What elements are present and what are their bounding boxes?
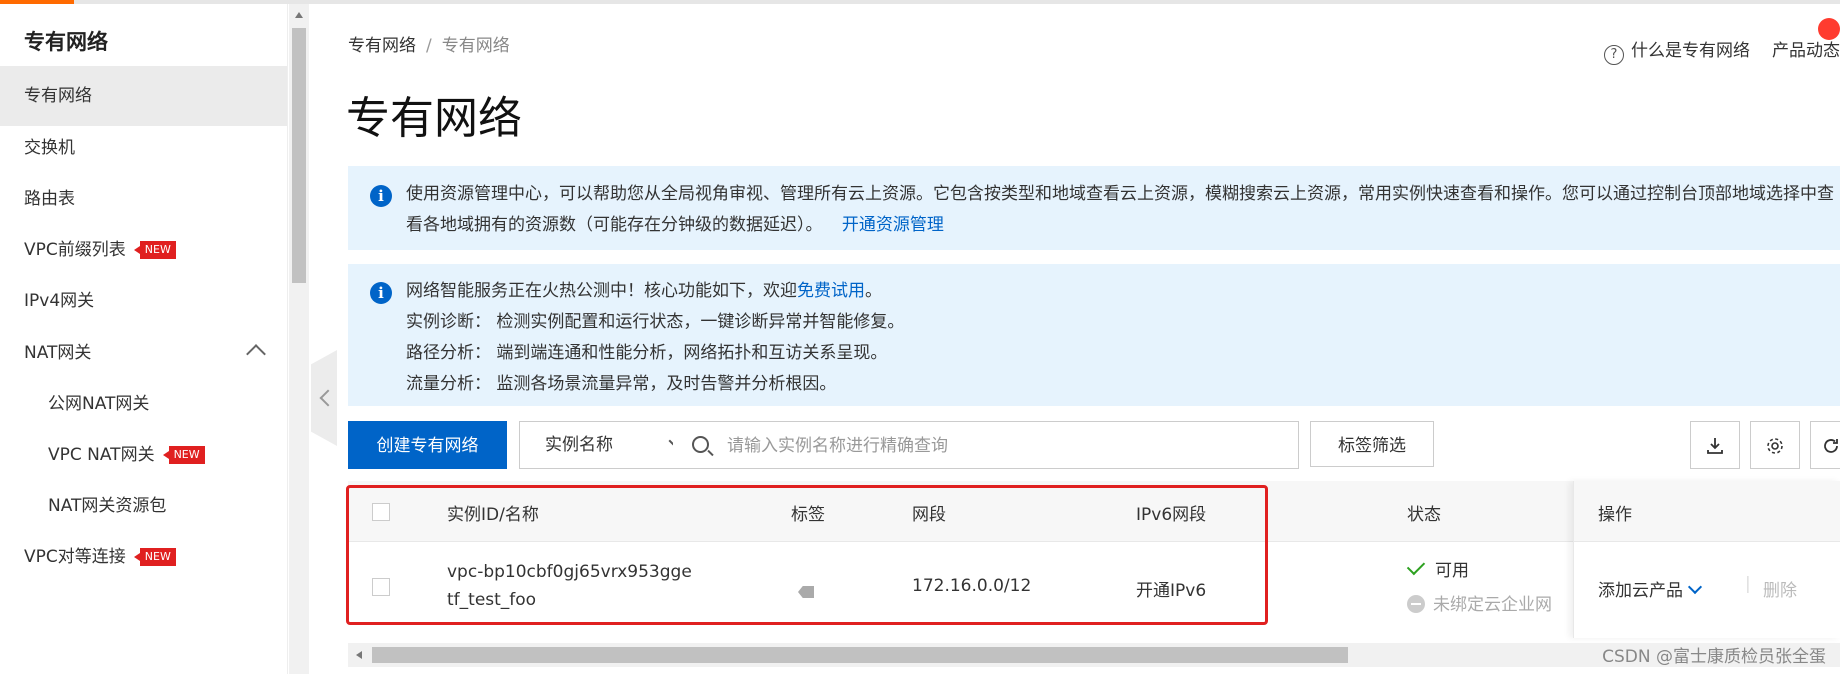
download-icon [1707, 438, 1723, 454]
refresh-icon [1824, 439, 1838, 453]
gear-icon [1767, 438, 1783, 454]
new-badge: NEW [133, 548, 176, 566]
breadcrumb-separator: / [426, 36, 432, 56]
notice-intro-end: 。 [865, 281, 882, 301]
status-text: 可用 [1435, 561, 1469, 581]
column-header-cidr: 网段 [912, 505, 946, 525]
vpc-name: tf_test_foo [447, 590, 537, 610]
vpc-id-link[interactable]: vpc-bp10cbf0gj65vrx953gge [447, 562, 692, 582]
info-icon: i [370, 282, 392, 304]
enable-resource-management-link[interactable]: 开通资源管理 [842, 215, 944, 235]
scrollbar-thumb[interactable] [372, 647, 1348, 663]
sidebar-item-label: 公网NAT网关 [48, 394, 150, 414]
chevron-down-icon [1687, 579, 1703, 595]
sidebar-item-label: NAT网关 [24, 343, 92, 363]
scroll-up-arrow-icon[interactable] [295, 12, 303, 18]
settings-button[interactable] [1750, 421, 1800, 469]
sidebar-item-label: VPC前缀列表 [24, 240, 126, 260]
free-trial-link[interactable]: 免费试用 [797, 281, 865, 301]
chevron-up-icon[interactable] [246, 344, 266, 364]
sidebar-item-vpc[interactable]: 专有网络 [0, 66, 287, 126]
cen-status: 未绑定云企业网 [1407, 590, 1552, 615]
column-header-ipv6: IPv6网段 [1136, 505, 1207, 525]
notice-line: 流量分析： 监测各场景流量异常，及时告警并分析根因。 [406, 374, 837, 394]
sidebar-item-label: 专有网络 [24, 86, 92, 106]
chevron-left-icon [319, 389, 337, 407]
actions-header: 操作 [1574, 481, 1840, 542]
status-available: 可用 [1406, 556, 1469, 581]
refresh-button[interactable] [1810, 421, 1840, 469]
help-link[interactable]: 什么是专有网络 [1631, 41, 1750, 61]
sidebar-item-label: VPC NAT网关 [48, 445, 155, 465]
notice-text: 使用资源管理中心，可以帮助您从全局视角审视、管理所有云上资源。它包含按类型和地域… [406, 184, 1834, 235]
download-button[interactable] [1690, 421, 1740, 469]
product-news-link[interactable]: 产品动态 [1772, 41, 1840, 61]
row-checkbox[interactable] [372, 578, 390, 596]
question-icon: ? [1604, 45, 1624, 65]
filter-field-value: 实例名称 [545, 435, 613, 455]
sidebar-collapse-toggle[interactable] [311, 350, 337, 446]
sidebar-item-label: NAT网关资源包 [48, 496, 167, 516]
action-divider: | [1745, 574, 1751, 594]
cidr-link[interactable]: 172.16.0.0/12 [912, 576, 1031, 596]
notice-line: 实例诊断： 检测实例配置和运行状态，一键诊断异常并智能修复。 [406, 312, 905, 332]
tag-filter-button[interactable]: 标签筛选 [1310, 421, 1434, 467]
select-all-checkbox[interactable] [372, 503, 390, 521]
actions-column: 操作 添加云产品 | 删除 [1573, 481, 1840, 638]
sidebar-item-ipv4-gateway[interactable]: IPv4网关 [0, 271, 287, 331]
minus-circle-icon [1407, 595, 1425, 613]
actions-cell: 添加云产品 | 删除 [1574, 542, 1840, 638]
breadcrumb-current: 专有网络 [441, 36, 510, 56]
search-input[interactable] [725, 422, 1289, 470]
notice-intro: 网络智能服务正在火热公测中！核心功能如下，欢迎 [406, 281, 797, 301]
cen-status-text: 未绑定云企业网 [1433, 595, 1552, 615]
watermark: CSDN @富士康质检员张全蛋 [1602, 647, 1826, 667]
page-title: 专有网络 [346, 93, 522, 144]
new-badge: NEW [133, 241, 176, 259]
resource-management-notice: i 使用资源管理中心，可以帮助您从全局视角审视、管理所有云上资源。它包含按类型和… [348, 166, 1840, 250]
sidebar-item-vpc-peering[interactable]: VPC对等连接 NEW [0, 527, 287, 587]
sidebar-scrollbar[interactable] [289, 4, 309, 674]
create-vpc-button[interactable]: 创建专有网络 [348, 421, 507, 469]
breadcrumb-parent[interactable]: 专有网络 [348, 36, 416, 56]
scroll-left-arrow-icon[interactable] [356, 651, 362, 659]
add-cloud-product-dropdown[interactable]: 添加云产品 [1598, 576, 1703, 601]
enable-ipv6-link[interactable]: 开通IPv6 [1136, 576, 1206, 601]
sidebar-title: 专有网络 [24, 30, 108, 54]
header-links: ? 什么是专有网络 产品动态 [1604, 36, 1840, 65]
notification-dot[interactable] [1818, 18, 1840, 40]
delete-action[interactable]: 删除 [1763, 576, 1797, 601]
info-icon: i [370, 185, 392, 207]
sidebar-item-label: 路由表 [24, 189, 75, 209]
sidebar-item-label: VPC对等连接 [24, 547, 126, 567]
sidebar-item-label: 交换机 [24, 138, 75, 158]
sidebar-item-label: IPv4网关 [24, 291, 95, 311]
sidebar: 专有网络 专有网络 交换机 路由表 VPC前缀列表 NEW IPv4网关 NAT网… [0, 4, 288, 674]
column-header-status: 状态 [1407, 505, 1441, 525]
column-header-tags: 标签 [791, 505, 825, 525]
vpc-table: 实例ID/名称 标签 网段 IPv6网段 状态 vpc-bp10cbf0gj65… [348, 481, 1840, 638]
breadcrumb: 专有网络 / 专有网络 [348, 31, 510, 56]
tag-icon[interactable] [798, 586, 814, 598]
network-intelligence-notice: i 网络智能服务正在火热公测中！核心功能如下，欢迎免费试用。 实例诊断： 检测实… [348, 264, 1840, 406]
add-cloud-product-label: 添加云产品 [1598, 581, 1683, 601]
new-badge: NEW [162, 446, 205, 464]
column-header-actions: 操作 [1598, 505, 1632, 525]
check-icon [1406, 556, 1426, 576]
notice-line: 路径分析： 端到端连通和性能分析，网络拓扑和互访关系呈现。 [406, 343, 888, 363]
column-header-id-name: 实例ID/名称 [447, 505, 539, 525]
search-icon [692, 436, 709, 453]
scrollbar-thumb[interactable] [292, 28, 306, 283]
search-box [673, 421, 1299, 470]
